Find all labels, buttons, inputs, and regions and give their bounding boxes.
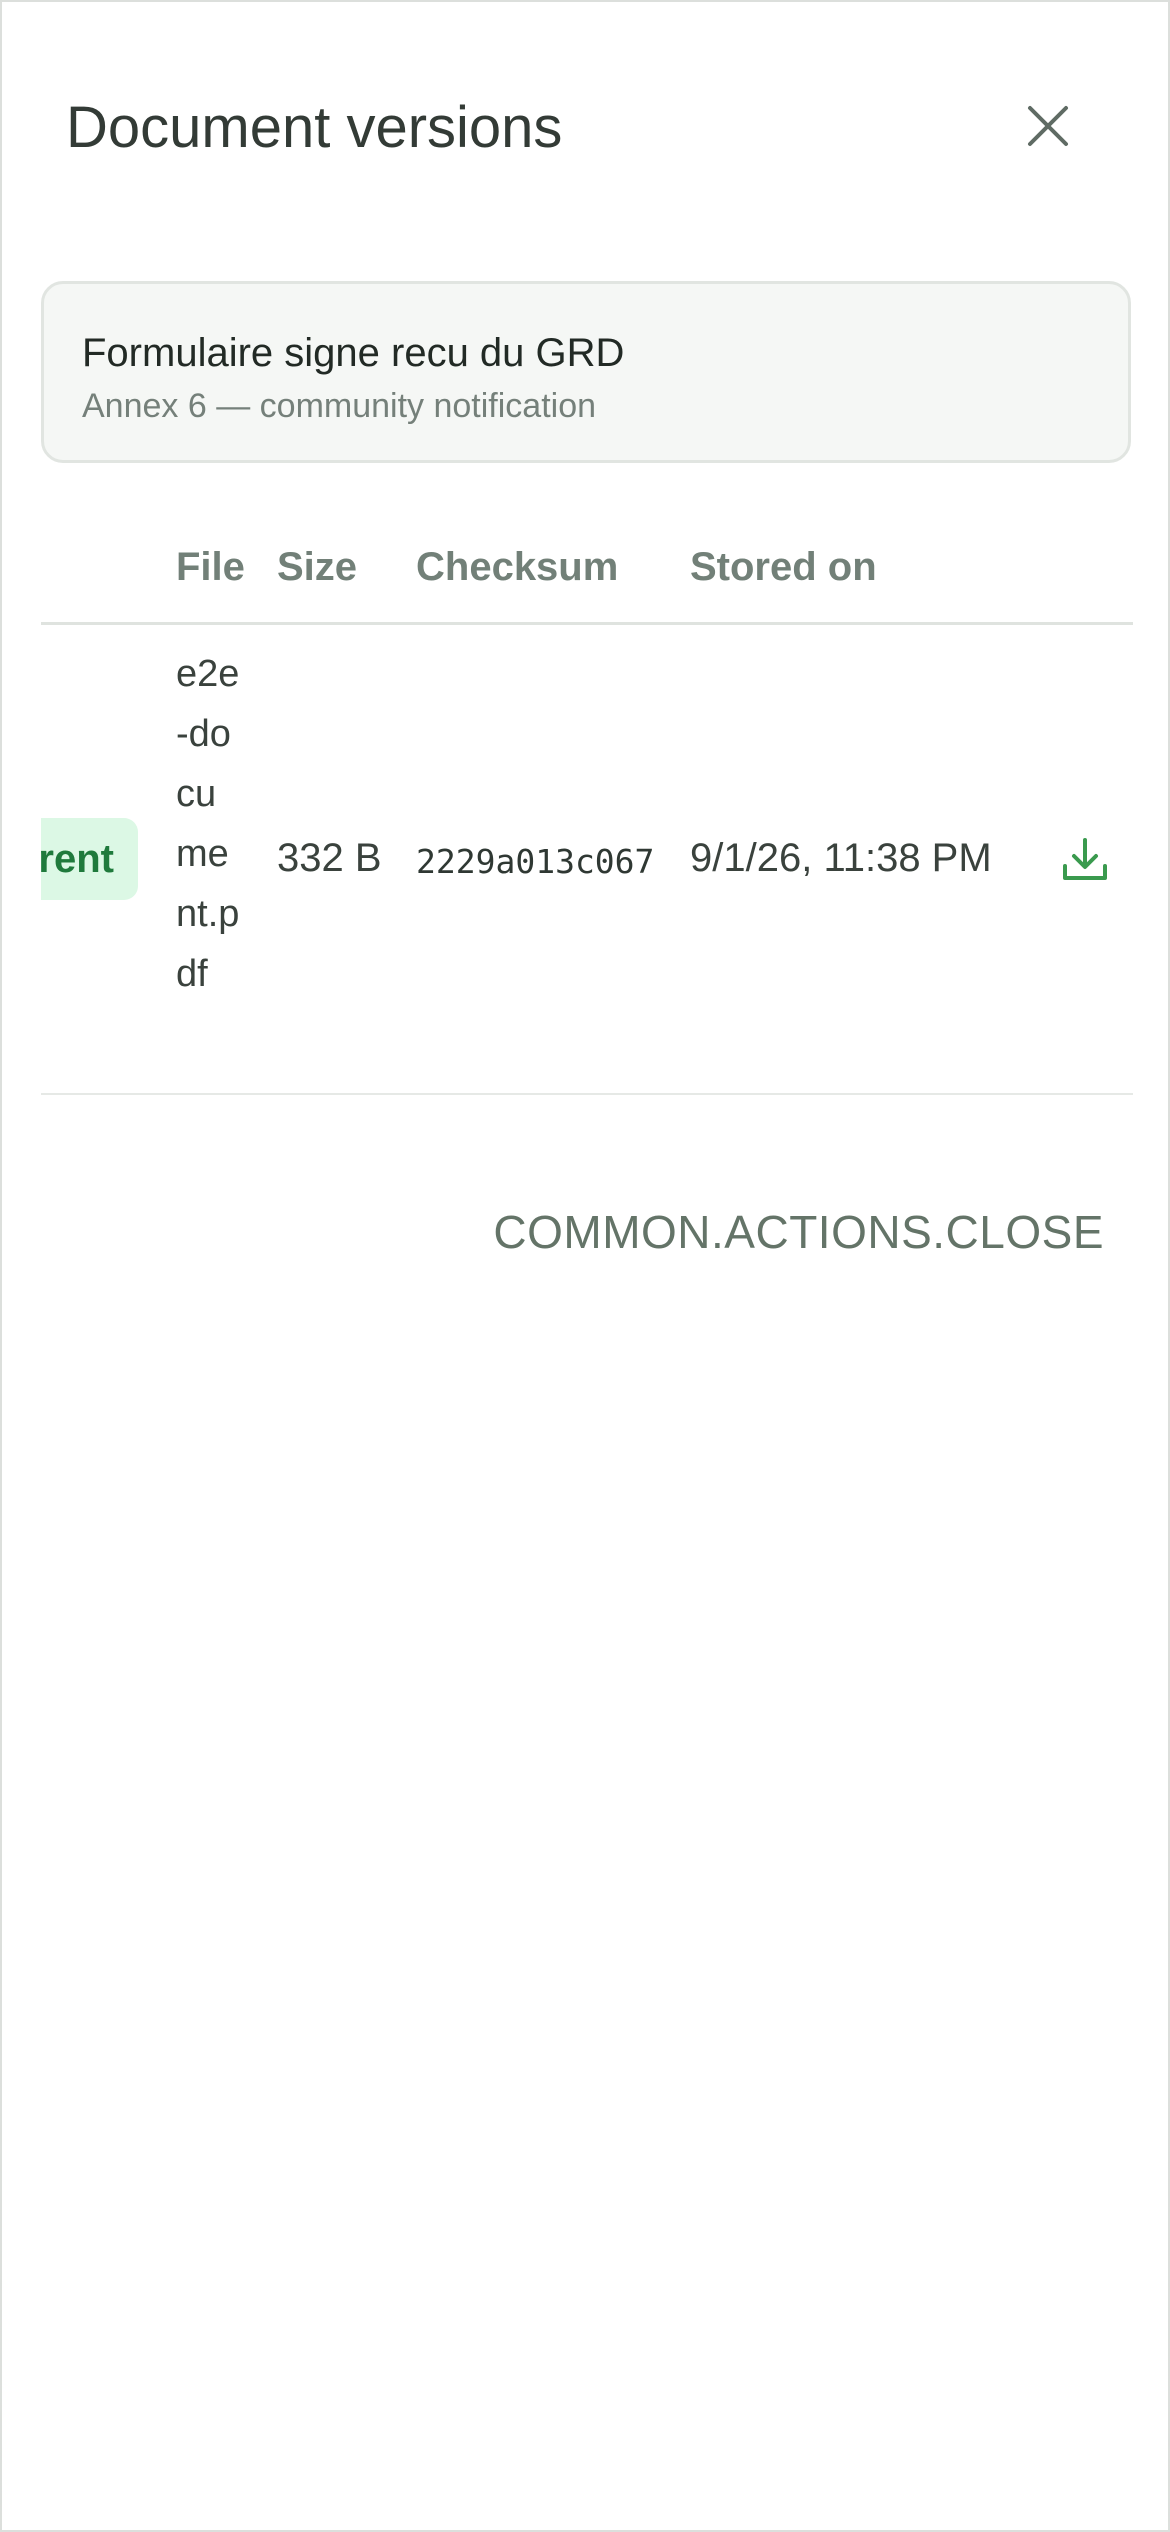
versions-table: File Size Checksum Stored on rent e2e-do… — [41, 522, 1133, 1096]
column-header-size[interactable]: Size — [277, 542, 357, 592]
dialog-title: Document versions — [66, 95, 563, 160]
download-icon[interactable] — [1059, 834, 1111, 886]
size-cell: 332 B — [277, 836, 382, 880]
column-header-file[interactable]: File — [176, 542, 245, 592]
stored-on-cell: 9/1/26, 11:38 PM — [690, 836, 992, 880]
close-button[interactable]: COMMON.ACTIONS.CLOSE — [492, 1192, 1104, 1272]
document-name: Formulaire signe recu du GRD — [82, 331, 625, 375]
checksum-cell: 2229a013c067 — [416, 842, 655, 881]
file-name-cell: e2e-document.pdf — [176, 653, 240, 995]
header-divider — [41, 622, 1133, 625]
document-subtitle: Annex 6 — community notification — [82, 387, 597, 425]
column-header-stored-on[interactable]: Stored on — [690, 542, 877, 592]
current-status-badge: rent — [41, 818, 138, 900]
document-versions-dialog: Document versions Formulaire signe recu … — [0, 0, 1170, 2532]
column-header-checksum[interactable]: Checksum — [416, 542, 618, 592]
row-divider — [41, 1093, 1133, 1095]
close-icon[interactable] — [1024, 102, 1072, 150]
document-info-card: Formulaire signe recu du GRD Annex 6 — c… — [41, 281, 1131, 463]
